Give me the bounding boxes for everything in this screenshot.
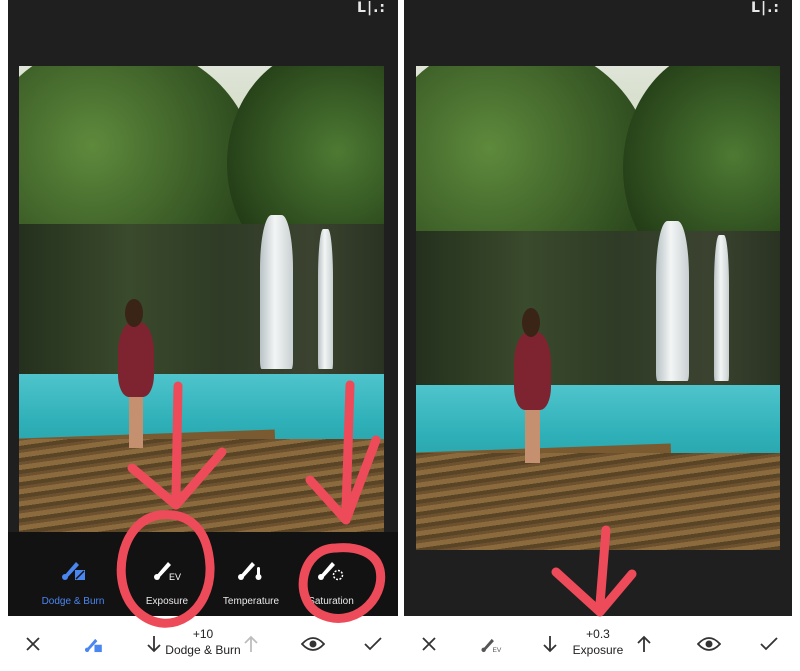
svg-text:EV: EV — [169, 572, 181, 582]
check-icon — [364, 636, 382, 650]
top-menu-icon[interactable]: L|.: — [751, 0, 780, 16]
tool-label: Dodge & Burn — [41, 596, 105, 607]
brush-ev-icon: EV — [481, 638, 502, 654]
tool-temperature[interactable]: Temperature — [206, 532, 296, 616]
brush-square-icon — [62, 562, 85, 580]
top-menu-icon[interactable]: L|.: — [357, 0, 386, 16]
confirm-button[interactable] — [756, 616, 782, 671]
compare-button[interactable] — [298, 616, 328, 671]
increase-button[interactable] — [634, 616, 654, 671]
left-screen: L|.: Dodge & Burn EV Exposure Temperatur… — [8, 0, 398, 616]
adjustment-value: +0.3 Exposure — [548, 627, 648, 657]
confirm-button[interactable] — [360, 616, 386, 671]
left-bottom-bar: +10 Dodge & Burn — [8, 616, 398, 671]
cancel-button[interactable] — [416, 616, 442, 671]
tool-label: Temperature — [222, 596, 280, 607]
value-label: Dodge & Burn — [165, 643, 241, 657]
photo-preview[interactable] — [19, 66, 384, 532]
arrow-up-icon — [244, 635, 258, 652]
increase-button[interactable] — [241, 616, 261, 671]
brush-ev-icon: EV — [154, 562, 181, 582]
cancel-button[interactable] — [20, 616, 46, 671]
brush-button[interactable]: EV — [476, 616, 506, 671]
right-bottom-bar: EV +0.3 Exposure — [404, 616, 792, 671]
value-number: +10 — [192, 627, 214, 641]
arrow-up-icon — [637, 635, 651, 652]
photo-preview[interactable] — [416, 66, 780, 550]
svg-text:EV: EV — [492, 647, 501, 654]
right-screen: L|.: — [404, 0, 792, 616]
brush-button[interactable] — [78, 616, 108, 671]
brush-toolbar: Dodge & Burn EV Exposure Temperature Sat… — [8, 532, 398, 616]
close-icon — [422, 636, 436, 651]
tool-saturation[interactable]: Saturation — [286, 532, 376, 616]
eye-icon — [301, 636, 325, 651]
value-label: Exposure — [572, 643, 624, 657]
brush-thermometer-icon — [238, 562, 262, 580]
close-icon — [26, 636, 40, 651]
adjustment-value: +10 Dodge & Burn — [153, 627, 253, 657]
check-icon — [760, 636, 778, 650]
tool-exposure[interactable]: EV Exposure — [122, 532, 212, 616]
eye-icon — [697, 636, 721, 651]
tool-dodge-burn[interactable]: Dodge & Burn — [28, 532, 118, 616]
brush-saturation-icon — [318, 562, 344, 581]
value-number: +0.3 — [586, 627, 610, 641]
tool-label: Saturation — [308, 596, 354, 607]
compare-button[interactable] — [694, 616, 724, 671]
tool-label: Exposure — [145, 596, 189, 607]
brush-square-icon — [84, 638, 102, 652]
